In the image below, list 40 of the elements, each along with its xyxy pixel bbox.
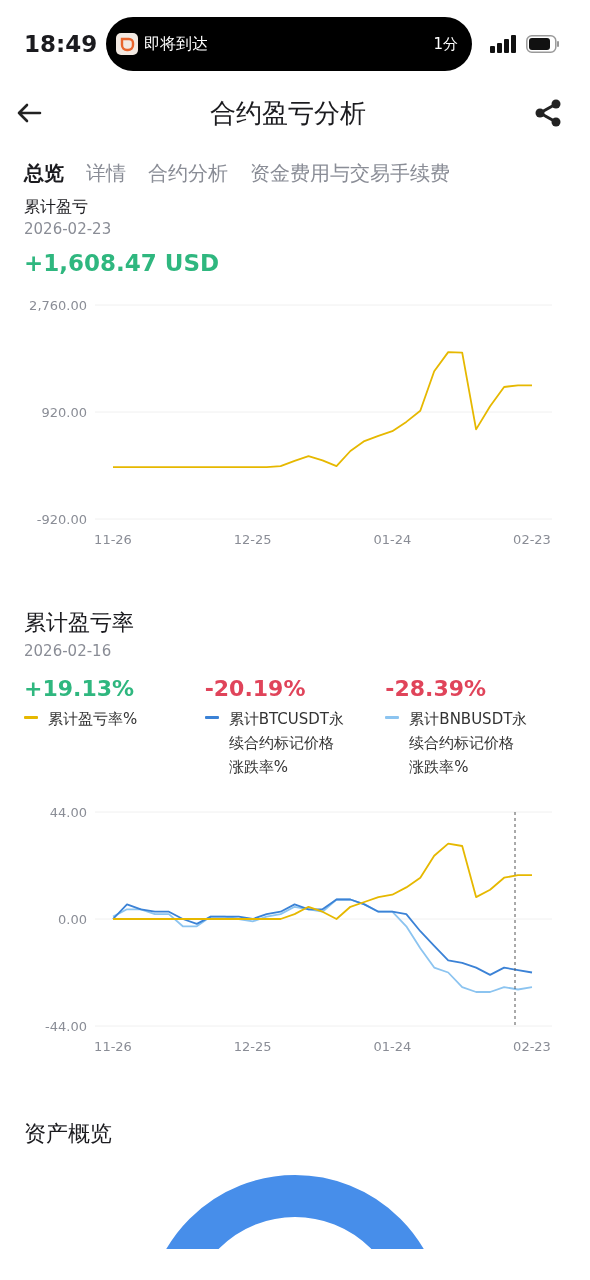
activity-eta: 1分	[433, 34, 458, 54]
share-icon[interactable]	[534, 99, 562, 127]
tab[interactable]: 总览	[24, 160, 64, 200]
battery-icon	[526, 35, 560, 53]
status-time: 18:49	[24, 31, 94, 57]
y-axis-label: 0.00	[58, 912, 87, 927]
x-axis-label: 01-24	[373, 532, 412, 547]
activity-label: 即将到达	[144, 33, 209, 55]
y-axis-label: -44.00	[45, 1019, 87, 1034]
x-axis-label: 02-23	[513, 532, 551, 547]
tab[interactable]: 合约分析	[148, 160, 228, 200]
page-title: 合约盈亏分析	[210, 96, 366, 130]
section-title: 累计盈亏	[24, 198, 89, 216]
date-label: 2026-02-16	[24, 642, 113, 660]
legend-label: 累计BNBUSDT永续合约标记价格涨跌率%	[409, 709, 528, 778]
tab[interactable]: 详情	[86, 160, 126, 200]
legend-label: 累计盈亏率%	[48, 709, 139, 730]
rate-value: +19.13%	[24, 676, 136, 701]
y-axis-label: 920.00	[41, 405, 87, 420]
rate-value: -28.39%	[385, 676, 488, 701]
date-label: 2026-02-23	[24, 220, 113, 238]
x-axis-label: 02-23	[513, 1039, 551, 1054]
x-axis-label: 11-26	[94, 1039, 132, 1054]
signal-icon	[490, 35, 518, 53]
tab[interactable]: 资金费用与交易手续费	[250, 160, 450, 200]
pnl-value: +1,608.47 USD	[24, 250, 221, 276]
y-axis-label: -920.00	[36, 512, 87, 527]
section-title: 累计盈亏率	[24, 609, 135, 637]
y-axis-label: 2,760.00	[29, 298, 87, 313]
live-activity-pill[interactable]: 即将到达 1分	[106, 17, 472, 71]
legend-label: 累计BTCUSDT永续合约标记价格涨跌率%	[228, 709, 345, 778]
x-axis-label: 01-24	[373, 1039, 412, 1054]
y-axis-label: 44.00	[49, 805, 87, 820]
x-axis-label: 12-25	[233, 1039, 272, 1054]
x-axis-label: 12-25	[233, 532, 272, 547]
section-title: 资产概览	[24, 1120, 113, 1148]
app-icon	[116, 33, 138, 55]
rate-value: -20.19%	[204, 676, 307, 701]
back-icon[interactable]	[16, 103, 42, 123]
x-axis-label: 11-26	[94, 532, 132, 547]
